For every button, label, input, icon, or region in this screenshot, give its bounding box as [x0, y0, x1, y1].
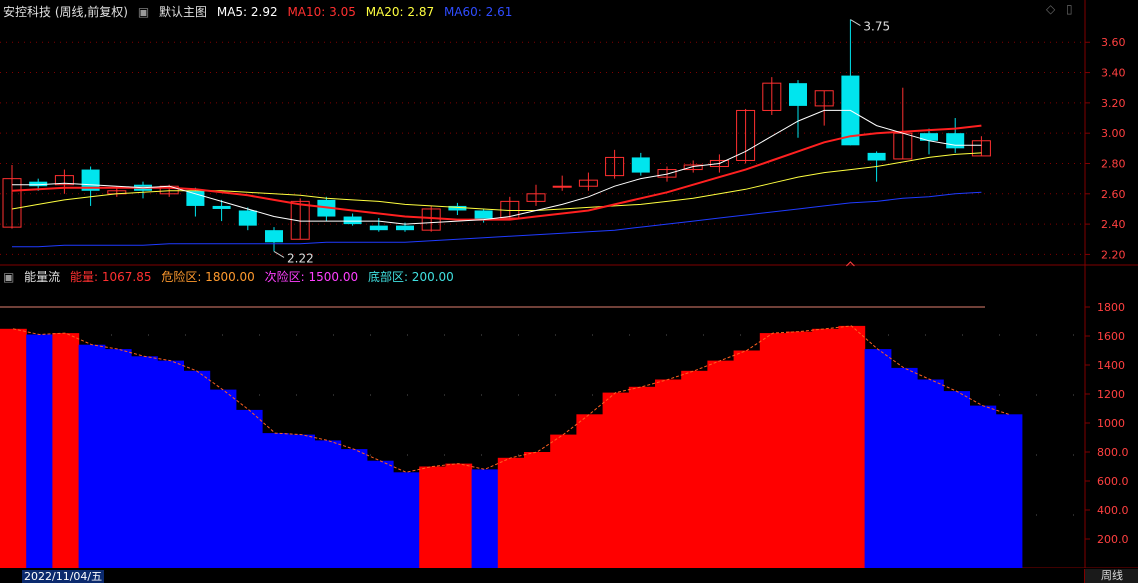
second-danger-value: 次险区: 1500.00	[264, 270, 359, 284]
energy-bar	[209, 389, 237, 568]
energy-bar	[340, 449, 368, 568]
energy-bar	[497, 457, 525, 568]
price-header: 安控科技 (周线,前复权) ▣ 默认主图 MA5: 2.92 MA10: 3.0…	[3, 3, 518, 20]
price-tick-label: 3.00	[1101, 127, 1126, 140]
danger-value: 危险区: 1800.00	[161, 270, 255, 284]
energy-bar	[655, 379, 682, 568]
price-tick-label: 3.40	[1101, 67, 1126, 80]
energy-bar	[969, 405, 997, 568]
energy-bar	[52, 333, 80, 568]
price-tick-label: 2.80	[1101, 157, 1126, 170]
low-label: 2.22	[287, 251, 314, 265]
energy-bar	[890, 367, 918, 568]
energy-bar	[419, 466, 446, 568]
energy-bar	[759, 333, 787, 568]
energy-bar	[681, 370, 708, 568]
period-button[interactable]: 周线	[1084, 569, 1138, 583]
energy-bar	[78, 344, 106, 568]
ma20-line	[11, 152, 982, 211]
energy-panel[interactable]	[0, 306, 1023, 569]
high-pointer	[850, 19, 861, 26]
price-tick-label: 3.20	[1101, 97, 1126, 110]
stock-name[interactable]: 安控科技 (周线,前复权)	[3, 5, 128, 19]
candle-body	[920, 133, 938, 141]
candle-body	[474, 210, 493, 220]
energy-value: 能量: 1067.85	[70, 270, 152, 284]
energy-tick-label: 600.0	[1097, 475, 1129, 488]
ma60-value: MA60: 2.61	[443, 5, 513, 19]
candle-body	[343, 216, 362, 225]
high-label: 3.75	[863, 20, 890, 34]
energy-bar	[707, 360, 735, 568]
energy-bar	[943, 391, 970, 568]
candle-body	[631, 157, 650, 173]
candle-body	[265, 230, 283, 243]
energy-bar	[838, 325, 866, 568]
ma5-value: MA5: 2.92	[216, 5, 278, 19]
energy-bar	[602, 392, 630, 568]
candle-body	[212, 205, 231, 209]
energy-bar	[131, 356, 158, 568]
energy-tick-label: 1800	[1097, 301, 1125, 314]
indicator-box-icon[interactable]: ▣	[3, 270, 14, 284]
energy-bar	[0, 328, 27, 569]
energy-bar	[995, 414, 1023, 568]
energy-bar	[157, 360, 184, 568]
energy-bar	[786, 331, 813, 568]
candle-body	[552, 185, 572, 188]
main-chart-label[interactable]: 默认主图	[159, 5, 207, 19]
energy-bar	[471, 469, 499, 568]
energy-bar	[314, 440, 342, 568]
energy-tick-label: 1400	[1097, 359, 1125, 372]
energy-bar	[628, 386, 656, 569]
selected-date: 2022/11/04/五	[22, 570, 105, 583]
energy-bar	[262, 433, 289, 568]
energy-bar	[26, 334, 53, 568]
price-tick-label: 2.40	[1101, 218, 1126, 231]
ma10-line	[11, 124, 982, 221]
candle-body	[369, 225, 388, 231]
energy-bar	[576, 414, 604, 568]
indicator-header: ▣ 能量流 能量: 1067.85 危险区: 1800.00 次险区: 1500…	[3, 268, 460, 285]
chart-stage: 3.75 2.22 3.60 3.40 3.20 3.00 2.80 2.60 2.40 2.2…	[0, 0, 1138, 583]
settings-icon[interactable]: ▯	[1066, 2, 1073, 16]
energy-bar	[288, 434, 315, 568]
energy-bar	[366, 460, 394, 568]
candle-body	[396, 225, 414, 231]
bottom-value: 底部区: 200.00	[367, 270, 454, 284]
candle-body	[946, 133, 965, 149]
candle-body	[867, 152, 886, 161]
energy-bar	[235, 409, 263, 568]
energy-bar	[104, 349, 132, 568]
energy-bar	[733, 350, 761, 568]
energy-tick-label: 1200	[1097, 388, 1125, 401]
expand-icon[interactable]: ▣	[138, 5, 149, 19]
energy-tick-label: 200.0	[1097, 533, 1129, 546]
energy-bar	[445, 463, 473, 568]
candle-body	[238, 210, 257, 226]
energy-bar	[393, 472, 420, 568]
date-axis	[0, 568, 1138, 583]
energy-tick-label: 800.0	[1097, 446, 1129, 459]
candle-body	[186, 190, 205, 206]
energy-bar	[812, 328, 839, 569]
price-tick-label: 2.20	[1101, 248, 1126, 261]
price-tick-label: 3.60	[1101, 36, 1126, 49]
energy-bar	[917, 379, 944, 568]
candle-body	[789, 83, 807, 106]
energy-tick-label: 1000	[1097, 417, 1125, 430]
energy-tick-label: 1600	[1097, 330, 1125, 343]
energy-bar	[183, 370, 211, 568]
price-panel[interactable]: 3.75 2.22	[2, 19, 991, 267]
diamond-icon[interactable]: ◇	[1046, 2, 1055, 16]
indicator-name[interactable]: 能量流	[24, 270, 60, 284]
ma20-value: MA20: 2.87	[365, 5, 435, 19]
energy-bar	[864, 349, 892, 568]
energy-bar	[524, 452, 551, 568]
ma10-value: MA10: 3.05	[287, 5, 356, 19]
energy-bar	[550, 434, 577, 568]
energy-tick-label: 400.0	[1097, 504, 1129, 517]
ma5-line	[12, 109, 982, 225]
price-tick-label: 2.60	[1101, 188, 1126, 201]
